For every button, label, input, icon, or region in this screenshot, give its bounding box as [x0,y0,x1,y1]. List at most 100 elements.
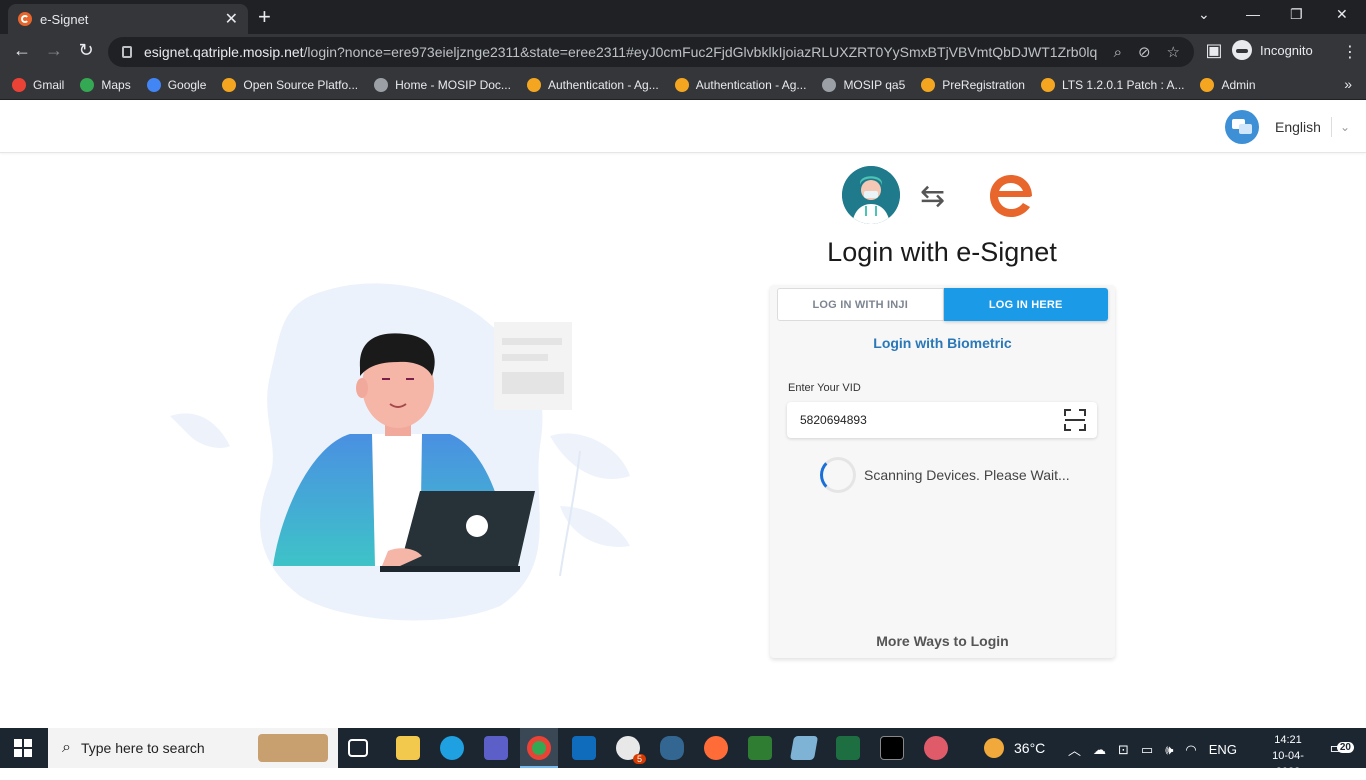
lock-icon [122,46,132,58]
teams-icon[interactable] [484,736,508,760]
bookmark-favicon-icon [222,77,237,92]
incognito-profile[interactable]: Incognito [1232,40,1313,60]
language-selector[interactable]: English ⌄ [1225,110,1350,144]
bookmark-label: Gmail [33,77,65,92]
minimize-icon[interactable]: — [1246,6,1260,22]
snipping-tool-icon[interactable] [924,736,948,760]
tracking-off-icon[interactable]: ⊘ [1138,43,1151,61]
more-bookmarks-icon[interactable]: » [1344,76,1352,92]
bookmark-item[interactable]: Home - MOSIP Doc... [374,77,511,92]
close-window-icon[interactable]: ✕ [1336,6,1348,23]
bookmark-label: Open Source Platfo... [243,77,359,92]
terminal-icon[interactable] [880,736,904,760]
bookmark-favicon-icon [80,77,95,92]
tab-close-icon[interactable]: ✕ [225,9,238,29]
restore-icon[interactable]: ❐ [1290,6,1303,23]
onedrive-icon[interactable]: ☁ [1093,742,1106,758]
esignet-logo-icon [990,175,1032,217]
bookmark-label: LTS 1.2.0.1 Patch : A... [1061,77,1185,92]
bookmark-item[interactable]: Open Source Platfo... [222,77,359,92]
vid-label: Enter Your VID [788,382,861,394]
side-panel-icon[interactable]: ▣ [1202,40,1226,61]
bookmark-item[interactable]: Gmail [12,77,65,92]
chrome-icon[interactable] [527,736,551,760]
zoom-search-icon[interactable]: ⌕ [1114,44,1122,61]
loading-spinner-icon [820,457,856,493]
bookmark-item[interactable]: MOSIP qa5 [822,77,906,92]
weather-widget[interactable]: 36°C [984,738,1045,758]
browser-toolbar: ← → ↻ esignet.qatriple.mosip.net/login?n… [0,34,1366,70]
browser-tab[interactable]: e-Signet ✕ [8,4,248,34]
excel-icon[interactable] [836,736,860,760]
edge-icon[interactable] [440,736,464,760]
notepad-icon[interactable] [789,736,819,760]
bookmark-label: Maps [101,77,131,92]
battery-icon[interactable]: ▭ [1141,742,1153,758]
scan-qr-icon[interactable] [1064,409,1086,431]
bookmark-item[interactable]: Google [146,77,207,92]
browser-titlebar: e-Signet ✕ + ⌄ — ❐ ✕ [0,0,1366,34]
bookmark-label: Google [167,77,207,92]
bookmark-favicon-icon [12,77,26,92]
page-title: Login with e-Signet [827,237,1057,267]
weather-sun-icon [984,738,1004,758]
volume-icon[interactable]: 🕪 [1165,742,1173,758]
tab-login-here[interactable]: LOG IN HERE [943,288,1108,321]
bookmark-label: Authentication - Ag... [547,77,659,92]
tab-login-with-inji[interactable]: LOG IN WITH INJI [777,288,944,321]
bookmark-label: MOSIP qa5 [843,77,906,92]
bookmarks-bar: Gmail Maps Google Open Source Platfo... Home… [0,70,1366,100]
login-method-heading: Login with Biometric [873,335,1012,351]
slack-icon[interactable]: 5 [616,736,646,764]
bookmark-favicon-icon [1040,77,1055,92]
bookmark-item[interactable]: LTS 1.2.0.1 Patch : A... [1040,77,1185,92]
notification-center-icon[interactable]: ▭ 20 [1324,738,1354,758]
new-tab-icon[interactable]: + [258,6,271,28]
forward-icon[interactable]: → [42,40,66,61]
postman-icon[interactable] [704,736,728,760]
clock-date: 10-04-2023 [1272,750,1304,778]
incognito-icon [1232,40,1252,60]
notepad-plus-icon[interactable] [748,736,772,760]
search-highlight-icon [258,734,328,762]
tab-search-icon[interactable]: ⌄ [1198,6,1210,23]
system-tray: ︿ ☁ ⊡ ▭ 🕪 ◠ ENG [1068,740,1249,759]
bookmark-star-icon[interactable]: ☆ [1167,43,1180,61]
esignet-favicon-icon [18,12,32,26]
tab-title: e-Signet [40,11,89,27]
bookmark-favicon-icon [374,77,389,92]
file-explorer-icon[interactable] [396,736,420,760]
back-icon[interactable]: ← [10,40,34,61]
more-ways-link[interactable]: More Ways to Login [770,633,1115,649]
windows-start-icon[interactable] [14,739,32,757]
bookmark-label: PreRegistration [942,77,1025,92]
tray-chevron-up-icon[interactable]: ︿ [1068,740,1081,759]
wifi-icon[interactable]: ◠ [1185,742,1196,758]
scan-status-text: Scanning Devices. Please Wait... [864,467,1070,483]
language-label: English [1275,119,1321,135]
bookmark-favicon-icon [822,77,837,92]
address-bar[interactable]: esignet.qatriple.mosip.net/login?nonce=e… [108,37,1194,67]
task-view-icon[interactable] [348,739,368,757]
network-icon[interactable]: ⊡ [1118,742,1129,758]
incognito-label: Incognito [1260,42,1313,58]
browser-menu-icon[interactable]: ⋮ [1342,42,1358,62]
bookmark-label: Home - MOSIP Doc... [395,77,511,92]
language-indicator[interactable]: ENG [1209,742,1237,757]
taskbar-search[interactable]: ⌕ Type here to search [48,728,338,768]
postgres-icon[interactable] [660,736,684,760]
reload-icon[interactable]: ↻ [74,40,98,61]
bookmark-item[interactable]: Maps [80,77,131,92]
taskbar-clock[interactable]: 14:21 10-04-2023 [1262,732,1314,780]
windows-taskbar: ⌕ Type here to search 5 36°C ︿ ☁ ⊡ ▭ 🕪 ◠… [0,728,1366,778]
bookmark-item[interactable]: PreRegistration [921,77,1025,92]
vid-input[interactable] [787,402,1097,438]
bookmark-item[interactable]: Authentication - Ag... [526,77,659,92]
login-tabs: LOG IN WITH INJI LOG IN HERE [777,288,1108,321]
page-header: English ⌄ [0,101,1366,153]
bookmark-item[interactable]: Authentication - Ag... [674,77,806,92]
outlook-icon[interactable] [572,736,596,760]
client-esignet-logos: ⇆ [842,164,1042,224]
bookmark-item[interactable]: Admin [1200,77,1256,92]
outlook-badge: 5 [632,754,646,764]
